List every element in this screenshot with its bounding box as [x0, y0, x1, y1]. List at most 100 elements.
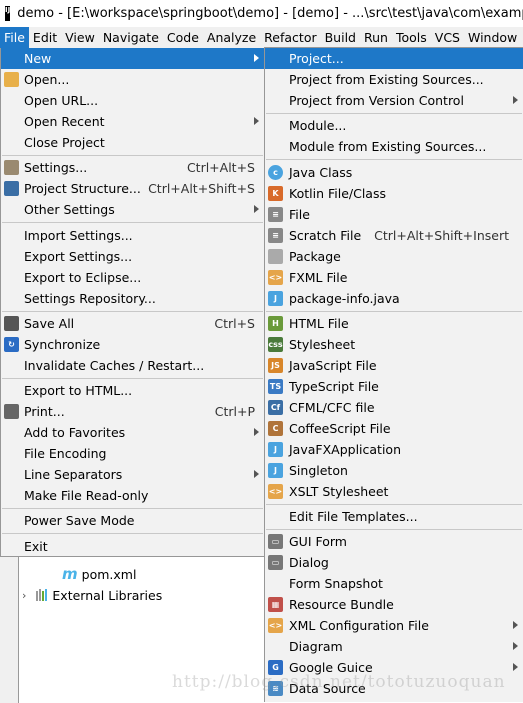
menu-item-label: Export to HTML... [24, 383, 133, 399]
menu-item-javascript-file[interactable]: JS JavaScript File [265, 355, 523, 376]
menu-item-stylesheet[interactable]: css Stylesheet [265, 334, 523, 355]
menu-item-java-class[interactable]: c Java Class [265, 162, 523, 183]
menu-item-export-settings[interactable]: Export Settings... [1, 246, 264, 267]
menu-item-project-from-existing-sources[interactable]: Project from Existing Sources... [265, 69, 523, 90]
menu-item-settings-repository[interactable]: Settings Repository... [1, 288, 264, 309]
menu-item-gui-form[interactable]: ▭ GUI Form [265, 531, 523, 552]
menu-item-other-settings[interactable]: Other Settings [1, 199, 264, 220]
menu-item-open[interactable]: Open... [1, 69, 264, 90]
menu-item-label: GUI Form [289, 534, 347, 550]
menu-item-project-structure[interactable]: Project Structure... Ctrl+Alt+Shift+S [1, 178, 264, 199]
fxml-file-icon: <> [268, 269, 283, 285]
menu-item-label: Diagram [289, 639, 343, 655]
menu-item-package-info-java[interactable]: Jpackage-info.java [265, 288, 523, 309]
menu-item-cfml-cfc-file[interactable]: Cf CFML/CFC file [265, 397, 523, 418]
menu-item-package[interactable]: Package [265, 246, 523, 267]
menu-item-project[interactable]: Project... [265, 48, 523, 69]
kotlin-file-icon: K [268, 185, 283, 201]
menu-item-settings[interactable]: Settings... Ctrl+Alt+S [1, 157, 264, 178]
menu-item-open-recent[interactable]: Open Recent [1, 111, 264, 132]
menu-item-label: Make File Read-only [24, 488, 149, 504]
menu-item-export-to-eclipse[interactable]: Export to Eclipse... [1, 267, 264, 288]
menu-item-label: Export to Eclipse... [24, 269, 142, 285]
menu-item-close-project[interactable]: Close Project [1, 132, 264, 153]
menu-item-diagram[interactable]: Diagram [265, 636, 523, 657]
menu-vcs[interactable]: VCS [431, 27, 464, 48]
menu-item-print[interactable]: Print... Ctrl+P [1, 401, 264, 422]
menu-item-label: Project from Existing Sources... [289, 72, 484, 87]
menu-item-make-file-read-only[interactable]: Make File Read-only [1, 485, 264, 506]
menu-item-power-save-mode[interactable]: Power Save Mode [1, 510, 264, 531]
menu-item-scratch-file[interactable]: ≡ Scratch File Ctrl+Alt+Shift+Insert [265, 225, 523, 246]
menu-edit[interactable]: Edit [29, 27, 61, 48]
menu-item-new[interactable]: New [1, 48, 264, 69]
menu-item-label: XSLT Stylesheet [289, 483, 389, 499]
menu-item-coffeescript-file[interactable]: C CoffeeScript File [265, 418, 523, 439]
menu-item-exit[interactable]: Exit [1, 536, 264, 557]
menu-analyze[interactable]: Analyze [203, 27, 260, 48]
dialog-icon: ▭ [268, 555, 283, 571]
menu-item-dialog[interactable]: ▭ Dialog [265, 552, 523, 573]
folder-icon [4, 72, 19, 87]
menu-bar: File Edit View Navigate Code Analyze Refactor B… [0, 27, 523, 48]
menu-item-synchronize[interactable]: ↻ Synchronize [1, 334, 264, 355]
menu-navigate[interactable]: Navigate [99, 27, 163, 48]
menu-item-file-encoding[interactable]: File Encoding [1, 443, 264, 464]
menu-item-singleton[interactable]: J Singleton [265, 460, 523, 481]
menu-view[interactable]: View [61, 27, 99, 48]
save-icon [4, 315, 19, 331]
menu-item-label: CoffeeScript File [289, 420, 391, 436]
shortcut-label: Ctrl+P [214, 404, 255, 420]
menu-item-save-all[interactable]: Save All Ctrl+S [1, 313, 264, 334]
menu-window[interactable]: Window [464, 27, 521, 48]
menu-item-module-from-existing-sources[interactable]: Module from Existing Sources... [265, 136, 523, 157]
tool-window-strip [0, 557, 19, 703]
menu-item-form-snapshot[interactable]: Form Snapshot [265, 573, 523, 594]
menu-item-javafxapplication[interactable]: J JavaFXApplication [265, 439, 523, 460]
tree-item-pom[interactable]: m pom.xml [62, 564, 136, 584]
new-submenu: Project... Project from Existing Sources.… [264, 47, 523, 702]
menu-item-google-guice[interactable]: G Google Guice [265, 657, 523, 678]
menu-item-label: Module from Existing Sources... [289, 139, 487, 155]
menu-item-xslt-stylesheet[interactable]: <> XSLT Stylesheet [265, 481, 523, 502]
menu-item-label: New [24, 51, 52, 66]
shortcut-label: Ctrl+Alt+Shift+S [148, 181, 255, 197]
tree-item-external-libraries[interactable]: › External Libraries [22, 585, 162, 605]
menu-item-label: Save All [24, 315, 75, 331]
database-icon: ≋ [268, 681, 283, 697]
menu-item-label: Data Source [289, 681, 366, 697]
menu-build[interactable]: Build [321, 27, 360, 48]
menu-item-file[interactable]: ≡ File [265, 204, 523, 225]
menu-item-open-url[interactable]: Open URL... [1, 90, 264, 111]
menu-tools[interactable]: Tools [392, 27, 431, 48]
menu-item-module[interactable]: Module... [265, 115, 523, 136]
menu-item-label: JavaFXApplication [289, 441, 401, 457]
menu-item-label: Dialog [289, 555, 329, 571]
menu-item-typescript-file[interactable]: TS TypeScript File [265, 376, 523, 397]
menu-item-import-settings[interactable]: Import Settings... [1, 225, 264, 246]
menu-item-edit-file-templates[interactable]: Edit File Templates... [265, 506, 523, 527]
menu-item-add-to-favorites[interactable]: Add to Favorites [1, 422, 264, 443]
menu-run[interactable]: Run [360, 27, 392, 48]
menu-item-export-to-html[interactable]: Export to HTML... [1, 380, 264, 401]
menu-file[interactable]: File [0, 27, 29, 48]
menu-item-label: JavaScript File [289, 357, 377, 373]
menu-item-fxml-file[interactable]: <> FXML File [265, 267, 523, 288]
menu-item-invalidate-caches-restart[interactable]: Invalidate Caches / Restart... [1, 355, 264, 376]
menu-item-resource-bundle[interactable]: ▦ Resource Bundle [265, 594, 523, 615]
java-file-icon: J [268, 290, 283, 306]
menu-item-html-file[interactable]: H HTML File [265, 313, 523, 334]
menu-item-label: Project... [289, 51, 344, 66]
menu-refactor[interactable]: Refactor [260, 27, 320, 48]
menu-item-line-separators[interactable]: Line Separators [1, 464, 264, 485]
chevron-right-icon[interactable]: › [22, 589, 26, 602]
menu-item-label: Google Guice [289, 660, 373, 676]
menu-item-project-from-version-control[interactable]: Project from Version Control [265, 90, 523, 111]
menu-item-kotlin-file-class[interactable]: K Kotlin File/Class [265, 183, 523, 204]
menu-item-label: Module... [289, 118, 347, 134]
menu-item-label: Close Project [24, 135, 105, 150]
menu-item-xml-configuration-file[interactable]: <> XML Configuration File [265, 615, 523, 636]
coffeescript-file-icon: C [268, 420, 283, 436]
menu-code[interactable]: Code [163, 27, 203, 48]
menu-item-data-source[interactable]: ≋ Data Source [265, 678, 523, 699]
